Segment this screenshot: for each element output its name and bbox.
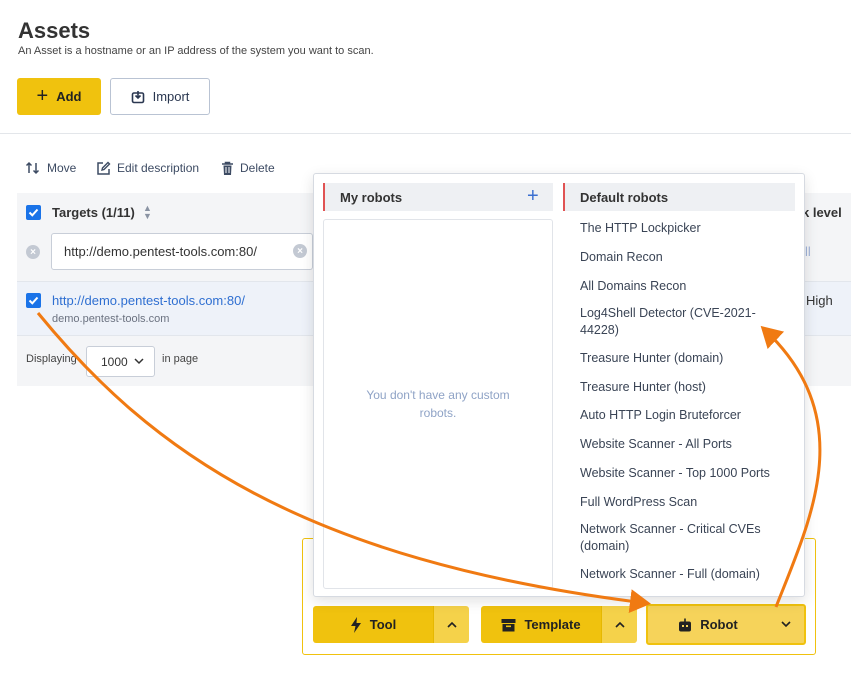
sort-icon[interactable]: ▲ ▼ [143, 204, 152, 221]
move-icon [25, 161, 40, 175]
clear-input-icon[interactable]: × [293, 244, 307, 258]
check-icon [28, 296, 39, 305]
default-robot-item[interactable]: Treasure Hunter (domain) [580, 350, 780, 367]
chevron-up-icon [446, 621, 457, 628]
my-robots-header: My robots [323, 183, 553, 211]
default-robot-item[interactable]: Log4Shell Detector (CVE-2021-44228) [580, 305, 780, 339]
template-split-button: Template [481, 606, 637, 643]
add-button[interactable]: + Add [17, 78, 101, 115]
lightning-icon [350, 616, 361, 633]
chevron-up-icon [614, 621, 625, 628]
select-all-checkbox[interactable] [26, 205, 41, 220]
robot-icon [679, 618, 692, 631]
default-robot-item[interactable]: Network Scanner - Full (domain) [580, 566, 780, 583]
targets-column-header[interactable]: Targets (1/11) [52, 205, 135, 220]
targets-filter-input[interactable]: http://demo.pentest-tools.com:80/ [51, 233, 313, 270]
page-subtitle: An Asset is a hostname or an IP address … [18, 45, 374, 57]
tool-split-button: Tool [313, 606, 469, 643]
delete-action[interactable]: Delete [221, 158, 275, 178]
row-checkbox[interactable] [26, 293, 41, 308]
robot-expand-button[interactable] [768, 621, 804, 628]
default-robot-item[interactable]: Website Scanner - Top 1000 Ports [580, 465, 780, 482]
template-button-label: Template [524, 617, 581, 632]
edit-description-action[interactable]: Edit description [96, 158, 199, 178]
empty-robots-message: You don't have any custom robots. [366, 388, 510, 420]
move-action[interactable]: Move [25, 158, 76, 178]
page-size-select[interactable]: 1000 [86, 346, 155, 377]
plus-icon: + [36, 84, 49, 107]
robot-split-button[interactable]: Robot [646, 604, 806, 645]
robot-button[interactable]: Robot [648, 617, 768, 632]
target-url-link[interactable]: http://demo.pentest-tools.com:80/ [52, 293, 245, 308]
import-icon [131, 90, 144, 103]
risk-filter-select[interactable]: ll [805, 244, 811, 259]
chevron-down-icon [781, 621, 791, 628]
risk-level-column-header[interactable]: k level [802, 205, 842, 220]
robot-button-label: Robot [700, 617, 738, 632]
edit-description-label: Edit description [117, 161, 200, 175]
edit-icon [97, 161, 111, 175]
default-robot-item[interactable]: The HTTP Lockpicker [580, 220, 780, 237]
add-robot-icon[interactable]: + [527, 186, 539, 206]
default-robot-item[interactable]: Domain Recon [580, 249, 780, 266]
target-hostname: demo.pentest-tools.com [52, 313, 170, 325]
trash-icon [222, 161, 233, 175]
move-label: Move [47, 161, 77, 175]
tool-button[interactable]: Tool [313, 606, 433, 643]
import-button-label: Import [152, 89, 190, 104]
default-robots-title: Default robots [580, 189, 669, 205]
default-robot-item[interactable]: Full WordPress Scan [580, 494, 780, 511]
template-expand-button[interactable] [601, 606, 637, 643]
page-size-value: 1000 [101, 354, 128, 369]
default-robots-header: Default robots [563, 183, 795, 211]
page-title: Assets [18, 18, 91, 43]
clear-filter-icon[interactable]: × [26, 245, 40, 259]
archive-icon [501, 618, 516, 631]
default-robot-item[interactable]: Auto HTTP Login Bruteforcer [580, 407, 780, 424]
tool-expand-button[interactable] [433, 606, 469, 643]
header-divider [0, 133, 851, 134]
risk-level-value: High [806, 293, 833, 308]
default-robot-item[interactable]: All Domains Recon [580, 278, 780, 295]
chevron-down-icon [134, 358, 144, 365]
my-robots-title: My robots [340, 189, 403, 205]
check-icon [28, 208, 39, 217]
pager-suffix: in page [162, 353, 199, 365]
template-button[interactable]: Template [481, 606, 601, 643]
import-button[interactable]: Import [110, 78, 210, 115]
default-robot-item[interactable]: Website Scanner - All Ports [580, 436, 780, 453]
tool-button-label: Tool [369, 617, 397, 632]
add-button-label: Add [56, 89, 82, 104]
pager-prefix: Displaying [26, 353, 77, 365]
default-robot-item[interactable]: Treasure Hunter (host) [580, 379, 780, 396]
delete-label: Delete [240, 161, 275, 175]
assets-page: Assets An Asset is a hostname or an IP a… [0, 0, 851, 676]
default-robot-item[interactable]: Network Scanner - Critical CVEs (domain) [580, 521, 790, 555]
